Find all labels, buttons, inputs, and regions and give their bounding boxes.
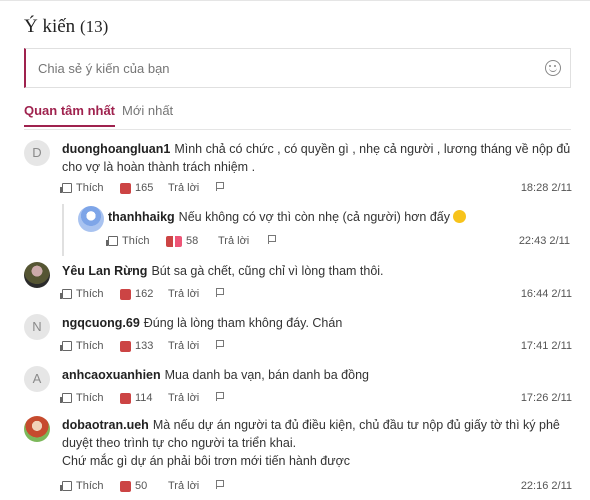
comments-heading: Ý kiến (13) (24, 16, 108, 38)
comment-username[interactable]: ngqcuong.69 (62, 316, 140, 330)
comment-time: 22:43 2/11 (518, 235, 570, 247)
comment-text: Bút sa gà chết, cũng chỉ vì lòng tham th… (151, 264, 384, 278)
comment-time: 17:41 2/11 (520, 340, 572, 352)
like-button[interactable]: Thích (60, 480, 104, 492)
comment-body: Yêu Lan Rừng Bút sa gà chết, cũng chỉ vì … (62, 262, 582, 280)
comment-text-line2: Chứ mắc gì dự án phải bôi trơn mới tiến … (62, 454, 351, 468)
comment-time: 18:28 2/11 (520, 182, 572, 194)
flag-icon[interactable] (216, 288, 225, 297)
comment-body: thanhhaikg Nếu không có vợ thì còn nhẹ (c… (108, 208, 568, 226)
reaction-count[interactable]: 58 (166, 235, 198, 247)
comments-title: Ý kiến (24, 16, 76, 37)
reply-button[interactable]: Trả lời (218, 235, 249, 247)
comment-username[interactable]: duonghoangluan1 (62, 142, 170, 156)
reply-button[interactable]: Trả lời (168, 480, 199, 492)
comment-body: ngqcuong.69 Đúng là lòng tham không đáy. … (62, 314, 582, 332)
comment-username[interactable]: Yêu Lan Rừng (62, 264, 147, 278)
reaction-icon (166, 235, 182, 247)
reaction-icon (120, 340, 131, 352)
comment-time: 17:26 2/11 (520, 392, 572, 404)
comment-text: Đúng là lòng tham không đáy. Chán (143, 316, 343, 330)
thumb-up-icon (60, 481, 72, 491)
avatar[interactable] (78, 206, 104, 232)
comment-tabs: Quan tâm nhất Mới nhất (24, 103, 571, 130)
comment-actions: Thích 114 Trả lời 17:26 2/11 (60, 392, 572, 406)
avatar[interactable]: N (24, 314, 50, 340)
comment-placeholder: Chia sẻ ý kiến của bạn (38, 61, 170, 76)
comment-time: 22:16 2/11 (520, 480, 572, 492)
smiley-icon[interactable] (545, 60, 561, 76)
thumb-up-icon (60, 393, 72, 403)
like-button[interactable]: Thích (60, 182, 104, 194)
reaction-count[interactable]: 50 (120, 480, 147, 492)
comments-count: (13) (79, 17, 109, 36)
avatar[interactable] (24, 262, 50, 288)
reaction-count[interactable]: 133 (120, 340, 153, 352)
thumb-up-icon (60, 289, 72, 299)
thumb-up-icon (60, 183, 72, 193)
reaction-count[interactable]: 162 (120, 288, 153, 300)
comment-body: anhcaoxuanhien Mua danh ba vạn, bán danh … (62, 366, 582, 384)
comment-username[interactable]: dobaotran.ueh (62, 418, 149, 432)
comment-input[interactable]: Chia sẻ ý kiến của bạn (24, 48, 571, 88)
comment-actions: Thích 162 Trả lời 16:44 2/11 (60, 288, 572, 302)
reply-button[interactable]: Trả lời (168, 340, 199, 352)
reply-item: thanhhaikg Nếu không có vợ thì còn nhẹ (c… (62, 204, 572, 256)
comment-body: duonghoangluan1 Mình chả có chức , có quy… (62, 140, 582, 176)
reaction-icon (120, 480, 131, 492)
comment-actions: Thích 50 Trả lời 22:16 2/11 (60, 480, 572, 494)
comment-actions: Thích 165 Trả lời 18:28 2/11 (60, 182, 572, 196)
flag-icon[interactable] (216, 340, 225, 349)
comment-actions: Thích 133 Trả lời 17:41 2/11 (60, 340, 572, 354)
like-button[interactable]: Thích (60, 340, 104, 352)
reaction-icon (120, 288, 131, 300)
tab-most-interested[interactable]: Quan tâm nhất (24, 103, 116, 127)
tab-newest[interactable]: Mới nhất (122, 103, 173, 118)
like-button[interactable]: Thích (60, 392, 104, 404)
flag-icon[interactable] (216, 480, 225, 489)
reaction-icon (120, 392, 131, 404)
like-button[interactable]: Thích (60, 288, 104, 300)
reaction-icon (120, 182, 131, 194)
reply-button[interactable]: Trả lời (168, 392, 199, 404)
reply-button[interactable]: Trả lời (168, 182, 199, 194)
flag-icon[interactable] (268, 235, 277, 244)
comment-text: Nếu không có vợ thì còn nhẹ (cả người) h… (178, 210, 450, 224)
comment-username[interactable]: anhcaoxuanhien (62, 368, 161, 382)
like-button[interactable]: Thích (106, 235, 150, 247)
flag-icon[interactable] (216, 392, 225, 401)
avatar[interactable]: D (24, 140, 50, 166)
top-divider (0, 0, 590, 4)
reaction-count[interactable]: 165 (120, 182, 153, 194)
thumb-up-icon (60, 341, 72, 351)
flag-icon[interactable] (216, 182, 225, 191)
avatar[interactable]: A (24, 366, 50, 392)
comment-text: Mua danh ba vạn, bán danh ba đồng (164, 368, 369, 382)
reply-button[interactable]: Trả lời (168, 288, 199, 300)
comment-username[interactable]: thanhhaikg (108, 210, 175, 224)
avatar[interactable] (24, 416, 50, 442)
comment-time: 16:44 2/11 (520, 288, 572, 300)
thumb-up-icon (106, 236, 118, 246)
reaction-count[interactable]: 114 (120, 392, 153, 404)
comment-actions: Thích 58 Trả lời 22:43 2/11 (106, 235, 570, 249)
smile-emoji-icon (453, 210, 467, 223)
comment-body: dobaotran.ueh Mà nếu dự án người ta đủ đi… (62, 416, 582, 470)
